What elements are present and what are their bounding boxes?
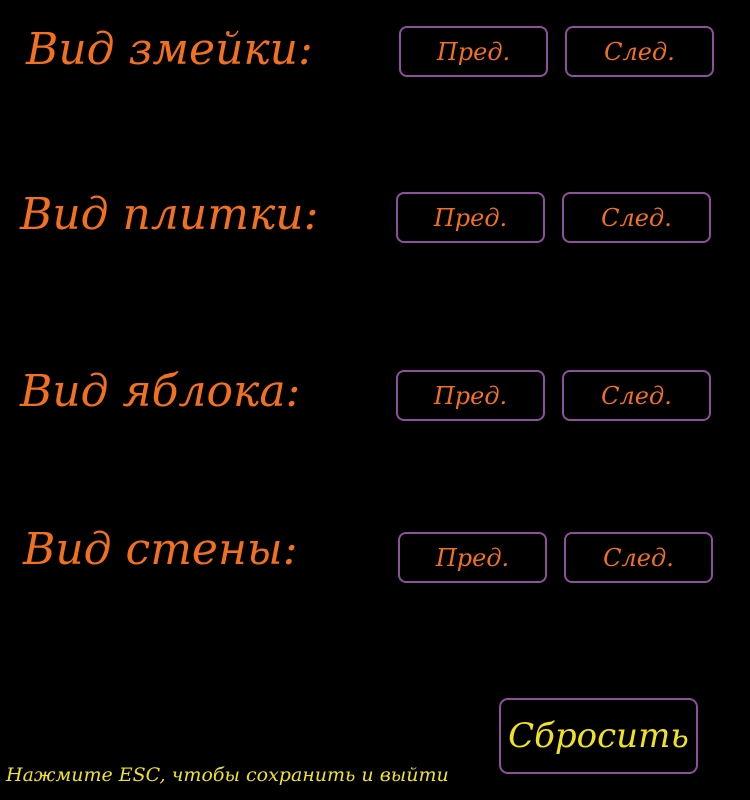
snake-skin-prev-button[interactable]: Пред. bbox=[399, 26, 548, 77]
snake-skin-next-button[interactable]: След. bbox=[565, 26, 714, 77]
apple-skin-prev-button[interactable]: Пред. bbox=[396, 370, 545, 421]
tile-skin-label: Вид плитки: bbox=[20, 189, 319, 240]
tile-skin-prev-button[interactable]: Пред. bbox=[396, 192, 545, 243]
wall-skin-prev-button[interactable]: Пред. bbox=[398, 532, 547, 583]
reset-button[interactable]: Сбросить bbox=[499, 698, 698, 774]
tile-skin-next-button[interactable]: След. bbox=[562, 192, 711, 243]
wall-skin-label: Вид стены: bbox=[23, 524, 298, 575]
apple-skin-label: Вид яблока: bbox=[20, 366, 301, 417]
snake-skin-label: Вид змейки: bbox=[26, 24, 313, 75]
exit-hint: Нажмите ESC, чтобы сохранить и выйти bbox=[6, 764, 449, 786]
apple-skin-next-button[interactable]: След. bbox=[562, 370, 711, 421]
wall-skin-next-button[interactable]: След. bbox=[564, 532, 713, 583]
